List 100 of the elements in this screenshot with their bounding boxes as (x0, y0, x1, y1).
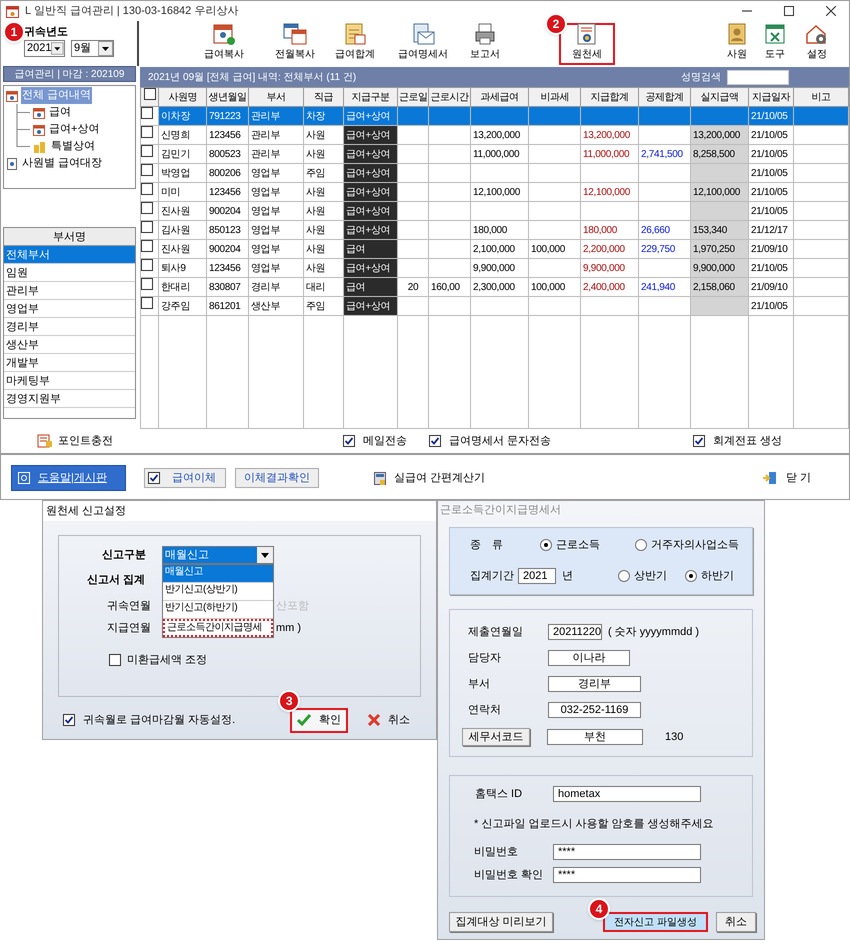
checkbox[interactable] (141, 183, 153, 196)
toolbar-button[interactable]: 사원 (718, 23, 756, 65)
tree-item[interactable]: 급여+상여 (48, 121, 100, 138)
exit-door-icon (762, 471, 778, 485)
year-dropdown[interactable]: 2021 (24, 40, 65, 57)
checkbox[interactable] (141, 297, 153, 310)
tree-item[interactable]: 특별상여 (50, 138, 96, 155)
table-cell: 급여 (344, 278, 398, 296)
checkbox[interactable] (144, 88, 156, 100)
department-item[interactable]: 경리부 (4, 318, 135, 336)
toolbar-button[interactable]: 급여복사 (196, 23, 252, 65)
toolbar-button[interactable]: 도구 (756, 23, 794, 65)
toolbar-button[interactable]: 전월복사 (267, 23, 323, 65)
radio-button[interactable] (685, 570, 697, 582)
table-cell: 800206 (206, 164, 248, 182)
department-item[interactable]: 영업부 (4, 300, 135, 318)
department-item[interactable]: 임원 (4, 264, 135, 282)
table-cell: 영업부 (248, 240, 304, 258)
table-cell: 영업부 (248, 202, 304, 220)
preview-button[interactable]: 집계대상 미리보기 (449, 912, 553, 932)
department-item[interactable]: 관리부 (4, 282, 135, 300)
cancel-button[interactable]: 취소 (716, 912, 756, 932)
link-text[interactable]: 포인트충전 (58, 432, 113, 450)
checkbox[interactable] (141, 126, 153, 138)
maximize-icon[interactable] (784, 6, 794, 16)
table-cell: 강주임 (158, 296, 206, 316)
checkbox[interactable] (141, 240, 153, 252)
text-field[interactable]: **** (553, 844, 701, 860)
department-item[interactable]: 생산부 (4, 336, 135, 354)
table-row[interactable]: 신명희 123456 관리부 사원 급여+상여 13,200,000 13,200,000 13,200,000 21/10/05 (140, 126, 848, 144)
checkbox[interactable] (693, 435, 706, 447)
month-dropdown[interactable]: 9월 (71, 40, 114, 57)
dropdown-option[interactable]: 근로소득간이지급명세 (163, 619, 273, 637)
toolbar-button[interactable]: 보고서 (457, 23, 513, 65)
text-field[interactable]: 2021 (518, 568, 556, 584)
dropdown-option[interactable]: 매월신고 (163, 565, 273, 583)
toolbar-button[interactable]: 급여명세서 (395, 23, 451, 65)
table-row[interactable]: 진사원 900204 영업부 사원 급여 2,100,000 100,000 2,200,000 229,750 1,970,250 21/09/10 (140, 240, 848, 258)
table-row[interactable]: 강주임 861201 생산부 주임 급여+상여 21/10/05 (140, 296, 848, 316)
help-button[interactable]: 도움말|게시판 (11, 465, 126, 491)
transfer-result-button[interactable]: 이체결과확인 (235, 468, 319, 488)
checkbox[interactable] (141, 164, 153, 176)
checkbox[interactable] (343, 435, 355, 447)
text-field[interactable]: 032-252-1169 (548, 702, 641, 718)
radio-button[interactable] (618, 570, 630, 582)
transfer-button[interactable]: 급여이체 (144, 468, 226, 488)
create-file-button[interactable]: 전자신고 파일생성 (603, 912, 708, 932)
tree-item[interactable]: 급여 (48, 104, 72, 121)
ok-button[interactable]: 확인 (290, 708, 348, 732)
text-field[interactable]: 이나라 (548, 650, 630, 666)
text-field[interactable]: 경리부 (548, 676, 641, 692)
app-icon (6, 4, 19, 18)
tax-office-button[interactable]: 세무서코드 (462, 728, 530, 746)
checkbox[interactable] (141, 145, 153, 158)
table-cell: 급여+상여 (344, 126, 398, 144)
checkbox[interactable] (141, 221, 153, 234)
close-icon[interactable] (826, 6, 836, 16)
checkbox[interactable] (141, 259, 153, 272)
report-type-dropdown[interactable]: 매월신고 (162, 546, 274, 564)
calculator-link[interactable]: 실급여 간편계산기 (394, 470, 486, 486)
toolbar-button[interactable]: 급여합계 (327, 23, 383, 65)
table-row[interactable]: 김민기 800523 관리부 사원 급여+상여 11,000,000 11,000,000 2,741,500 8,258,500 21/10/05 (140, 144, 848, 164)
department-item[interactable]: 마케팅부 (4, 372, 135, 390)
dropdown-option[interactable]: 반기신고(하반기) (163, 601, 273, 619)
tree-item[interactable]: 사원별 급여대장 (21, 155, 104, 172)
calendar-person-icon (212, 22, 236, 46)
checkbox[interactable] (141, 202, 153, 214)
dropdown-option[interactable]: 반기신고(상반기) (163, 583, 273, 601)
text-field[interactable]: 20211220 (548, 624, 602, 640)
department-item[interactable]: 경영지원부 (4, 390, 135, 408)
close-button[interactable]: 닫 기 (762, 470, 811, 486)
checkbox[interactable] (141, 107, 153, 120)
table-row[interactable]: 진사원 900204 영업부 사원 급여+상여 21/10/05 (140, 202, 848, 220)
checkbox[interactable] (148, 472, 160, 484)
table-row[interactable]: 퇴사9 123456 영업부 사원 급여+상여 9,900,000 9,900,000 9,900,000 21/10/05 (140, 258, 848, 278)
step-badge: 2 (545, 13, 567, 35)
text-field[interactable]: 부천 (547, 729, 643, 745)
table-row[interactable]: 미미 123456 영업부 사원 급여+상여 12,100,000 12,100,000 12,100,000 21/10/05 (140, 182, 848, 202)
department-item[interactable]: 개발부 (4, 354, 135, 372)
checkbox[interactable] (109, 654, 121, 666)
table-row[interactable]: 이차장 791223 관리부 차장 급여+상여 21/10/05 (140, 106, 848, 126)
cancel-button[interactable]: 취소 (368, 712, 410, 728)
search-field[interactable] (727, 70, 789, 84)
table-cell: 11,000,000 (470, 144, 528, 164)
table-cell: 13,200,000 (580, 126, 638, 144)
text-field[interactable]: **** (553, 867, 701, 883)
toolbar-button[interactable]: 설정 (798, 23, 836, 65)
table-row[interactable]: 박영업 800206 영업부 주임 급여+상여 21/10/05 (140, 164, 848, 182)
checkbox[interactable] (141, 278, 153, 290)
department-item[interactable]: 전체부서 (4, 246, 135, 264)
table-cell: 123456 (206, 258, 248, 278)
checkbox[interactable] (63, 714, 75, 726)
checkbox-label: 급여명세서 문자전송 (449, 434, 552, 449)
text-field[interactable]: hometax (553, 786, 701, 802)
table-row[interactable]: 김사원 850123 영업부 사원 급여+상여 180,000 180,000 26,660 153,340 21/12/17 (140, 220, 848, 240)
checkbox[interactable] (429, 435, 441, 447)
radio-label: 상반기 (634, 568, 667, 584)
table-row[interactable]: 한대리 830807 경리부 대리 급여 20 160,00 2,300,000 100,000 2,400,000 241,940 2,158,060 21/09/10 (140, 278, 848, 296)
radio-button[interactable] (635, 539, 647, 551)
radio-button[interactable] (540, 539, 552, 551)
